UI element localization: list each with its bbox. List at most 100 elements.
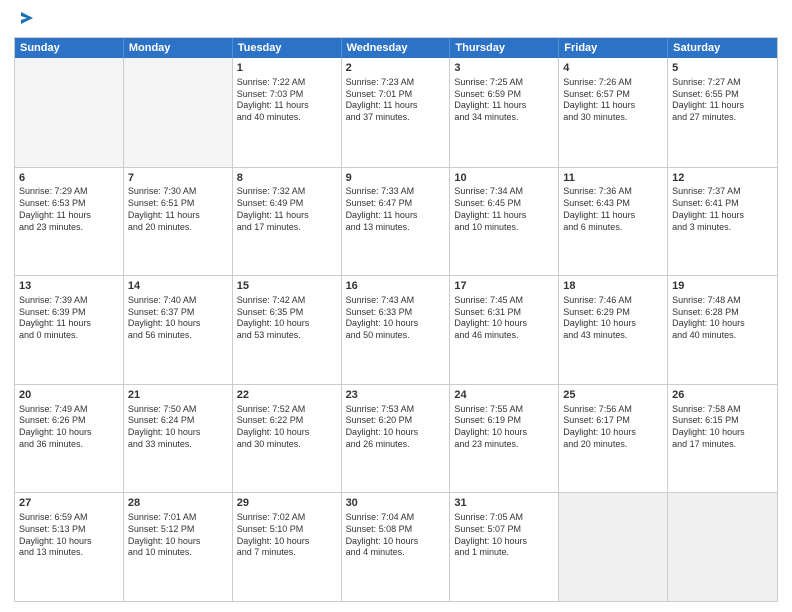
- cell-line: Sunset: 6:55 PM: [672, 89, 773, 101]
- cell-line: Sunrise: 7:45 AM: [454, 295, 554, 307]
- calendar-row: 20Sunrise: 7:49 AMSunset: 6:26 PMDayligh…: [15, 384, 777, 493]
- cell-line: Daylight: 10 hours: [454, 536, 554, 548]
- cell-line: Daylight: 11 hours: [346, 210, 446, 222]
- cell-line: Sunset: 5:12 PM: [128, 524, 228, 536]
- cell-line: Daylight: 10 hours: [128, 318, 228, 330]
- day-number: 5: [672, 61, 773, 76]
- day-number: 15: [237, 279, 337, 294]
- calendar-cell: 6Sunrise: 7:29 AMSunset: 6:53 PMDaylight…: [15, 168, 124, 276]
- cell-line: Sunset: 6:39 PM: [19, 307, 119, 319]
- calendar-header-day: Friday: [559, 38, 668, 58]
- cell-line: and 10 minutes.: [454, 222, 554, 234]
- cell-line: Sunrise: 7:58 AM: [672, 404, 773, 416]
- cell-line: Sunset: 6:28 PM: [672, 307, 773, 319]
- calendar-cell: 9Sunrise: 7:33 AMSunset: 6:47 PMDaylight…: [342, 168, 451, 276]
- cell-line: Daylight: 11 hours: [672, 210, 773, 222]
- cell-line: Daylight: 10 hours: [237, 318, 337, 330]
- cell-line: Daylight: 11 hours: [237, 210, 337, 222]
- cell-line: Sunset: 6:33 PM: [346, 307, 446, 319]
- calendar-cell: 22Sunrise: 7:52 AMSunset: 6:22 PMDayligh…: [233, 385, 342, 493]
- day-number: 30: [346, 496, 446, 511]
- cell-line: Daylight: 11 hours: [128, 210, 228, 222]
- cell-line: and 0 minutes.: [19, 330, 119, 342]
- cell-line: Sunset: 6:43 PM: [563, 198, 663, 210]
- day-number: 17: [454, 279, 554, 294]
- day-number: 8: [237, 171, 337, 186]
- cell-line: Daylight: 10 hours: [128, 427, 228, 439]
- calendar-cell: 17Sunrise: 7:45 AMSunset: 6:31 PMDayligh…: [450, 276, 559, 384]
- cell-line: Sunset: 6:15 PM: [672, 415, 773, 427]
- cell-line: Sunrise: 7:26 AM: [563, 77, 663, 89]
- cell-line: Sunset: 6:35 PM: [237, 307, 337, 319]
- cell-line: Sunrise: 7:05 AM: [454, 512, 554, 524]
- cell-line: Sunrise: 7:40 AM: [128, 295, 228, 307]
- header: [14, 10, 778, 31]
- cell-line: Sunrise: 6:59 AM: [19, 512, 119, 524]
- cell-line: Daylight: 10 hours: [346, 536, 446, 548]
- cell-line: Daylight: 11 hours: [19, 210, 119, 222]
- day-number: 22: [237, 388, 337, 403]
- cell-line: Daylight: 10 hours: [563, 318, 663, 330]
- calendar-cell: 29Sunrise: 7:02 AMSunset: 5:10 PMDayligh…: [233, 493, 342, 601]
- cell-line: Sunset: 5:10 PM: [237, 524, 337, 536]
- calendar-cell: [668, 493, 777, 601]
- day-number: 4: [563, 61, 663, 76]
- cell-line: and 7 minutes.: [237, 547, 337, 559]
- cell-line: Sunrise: 7:48 AM: [672, 295, 773, 307]
- cell-line: and 36 minutes.: [19, 439, 119, 451]
- calendar-cell: 21Sunrise: 7:50 AMSunset: 6:24 PMDayligh…: [124, 385, 233, 493]
- calendar-header-day: Saturday: [668, 38, 777, 58]
- cell-line: Sunrise: 7:46 AM: [563, 295, 663, 307]
- cell-line: Daylight: 11 hours: [346, 100, 446, 112]
- day-number: 21: [128, 388, 228, 403]
- cell-line: and 23 minutes.: [19, 222, 119, 234]
- calendar-cell: 26Sunrise: 7:58 AMSunset: 6:15 PMDayligh…: [668, 385, 777, 493]
- cell-line: and 23 minutes.: [454, 439, 554, 451]
- cell-line: Daylight: 11 hours: [454, 210, 554, 222]
- cell-line: Sunset: 7:01 PM: [346, 89, 446, 101]
- day-number: 25: [563, 388, 663, 403]
- cell-line: Daylight: 11 hours: [19, 318, 119, 330]
- calendar-cell: 20Sunrise: 7:49 AMSunset: 6:26 PMDayligh…: [15, 385, 124, 493]
- cell-line: Sunset: 6:49 PM: [237, 198, 337, 210]
- calendar-cell: 18Sunrise: 7:46 AMSunset: 6:29 PMDayligh…: [559, 276, 668, 384]
- cell-line: Sunrise: 7:50 AM: [128, 404, 228, 416]
- cell-line: Sunset: 6:59 PM: [454, 89, 554, 101]
- cell-line: and 4 minutes.: [346, 547, 446, 559]
- day-number: 27: [19, 496, 119, 511]
- cell-line: Sunrise: 7:37 AM: [672, 186, 773, 198]
- cell-line: Sunset: 5:13 PM: [19, 524, 119, 536]
- calendar: SundayMondayTuesdayWednesdayThursdayFrid…: [14, 37, 778, 602]
- cell-line: and 43 minutes.: [563, 330, 663, 342]
- logo-icon: [17, 10, 33, 31]
- cell-line: and 6 minutes.: [563, 222, 663, 234]
- cell-line: Daylight: 10 hours: [237, 427, 337, 439]
- calendar-body: 1Sunrise: 7:22 AMSunset: 7:03 PMDaylight…: [15, 58, 777, 601]
- calendar-row: 13Sunrise: 7:39 AMSunset: 6:39 PMDayligh…: [15, 275, 777, 384]
- page: SundayMondayTuesdayWednesdayThursdayFrid…: [0, 0, 792, 612]
- calendar-header: SundayMondayTuesdayWednesdayThursdayFrid…: [15, 38, 777, 58]
- cell-line: Sunset: 6:53 PM: [19, 198, 119, 210]
- day-number: 3: [454, 61, 554, 76]
- day-number: 23: [346, 388, 446, 403]
- cell-line: and 10 minutes.: [128, 547, 228, 559]
- cell-line: Sunrise: 7:27 AM: [672, 77, 773, 89]
- calendar-header-day: Monday: [124, 38, 233, 58]
- day-number: 9: [346, 171, 446, 186]
- cell-line: Sunrise: 7:04 AM: [346, 512, 446, 524]
- cell-line: Sunrise: 7:01 AM: [128, 512, 228, 524]
- cell-line: Sunset: 6:29 PM: [563, 307, 663, 319]
- calendar-cell: 27Sunrise: 6:59 AMSunset: 5:13 PMDayligh…: [15, 493, 124, 601]
- cell-line: Daylight: 10 hours: [128, 536, 228, 548]
- cell-line: Daylight: 10 hours: [346, 427, 446, 439]
- cell-line: Daylight: 10 hours: [454, 318, 554, 330]
- day-number: 29: [237, 496, 337, 511]
- cell-line: and 34 minutes.: [454, 112, 554, 124]
- cell-line: and 53 minutes.: [237, 330, 337, 342]
- cell-line: Daylight: 11 hours: [563, 210, 663, 222]
- cell-line: Sunrise: 7:02 AM: [237, 512, 337, 524]
- cell-line: and 17 minutes.: [237, 222, 337, 234]
- cell-line: and 17 minutes.: [672, 439, 773, 451]
- calendar-header-day: Wednesday: [342, 38, 451, 58]
- calendar-cell: 2Sunrise: 7:23 AMSunset: 7:01 PMDaylight…: [342, 58, 451, 167]
